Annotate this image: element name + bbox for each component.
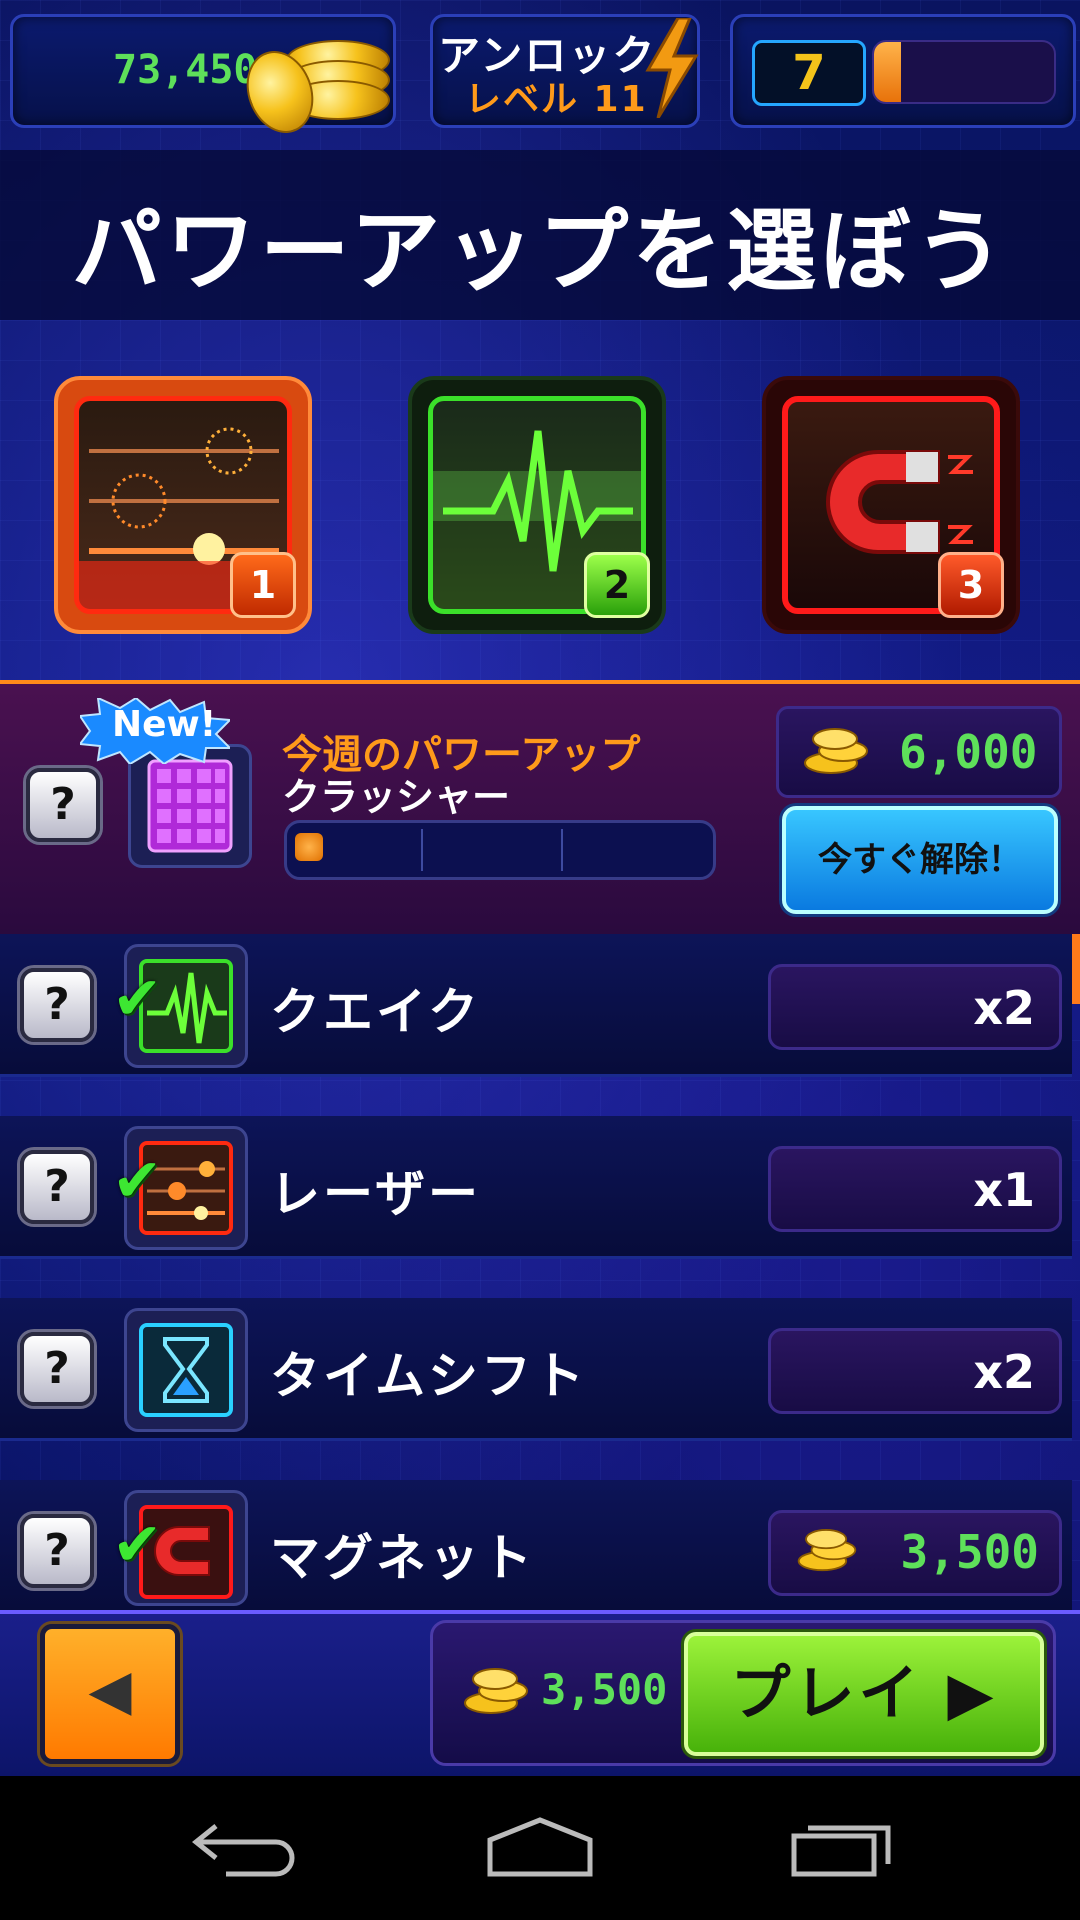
powerup-price: 3,500 (900, 1525, 1039, 1579)
powerup-row-magnet[interactable]: ? ✔ マグネット 3,500 (0, 1480, 1072, 1613)
quake-help-button[interactable]: ? (20, 968, 94, 1042)
powerup-count: x1 (973, 1163, 1035, 1217)
slot-number-3: 3 (938, 552, 1004, 618)
timeshift-help-button[interactable]: ? (20, 1332, 94, 1406)
nav-home-icon[interactable] (480, 1806, 600, 1886)
weekly-progress-bar (284, 820, 716, 880)
powerup-name: マグネット (270, 1529, 535, 1587)
powerup-name: クエイク (270, 983, 481, 1041)
magnet-help-button[interactable]: ? (20, 1514, 94, 1588)
powerup-count-box: x2 (768, 1328, 1062, 1414)
coin-pile-icon (804, 728, 868, 774)
coin-pile-icon (464, 1668, 528, 1714)
unlock-level: レベル 11 (465, 79, 648, 120)
xp-progress-fill (874, 42, 901, 102)
coin-pile-icon (797, 1529, 857, 1572)
new-badge-label: New! (112, 704, 217, 745)
powerup-slot-2[interactable]: 2 (408, 376, 666, 634)
rank-number: 7 (752, 40, 866, 106)
selected-check-icon: ✔ (112, 964, 163, 1034)
weekly-powerup-name: クラッシャー (282, 775, 511, 819)
crusher-icon (147, 759, 233, 853)
back-button[interactable]: ◀ (40, 1624, 180, 1764)
slot-number-1: 1 (230, 552, 296, 618)
weekly-price-box: 6,000 (776, 706, 1062, 798)
selected-check-icon: ✔ (112, 1510, 163, 1580)
powerup-name: タイムシフト (270, 1347, 587, 1405)
powerup-count-box: x1 (768, 1146, 1062, 1232)
powerup-count: x2 (973, 981, 1035, 1035)
powerup-slot-3[interactable]: 3 (762, 376, 1020, 634)
list-scrollbar[interactable] (1072, 934, 1080, 1004)
xp-progress-bar (872, 40, 1056, 104)
lightning-bolt-icon (645, 18, 699, 118)
hourglass-icon (139, 1323, 233, 1417)
powerup-row-quake[interactable]: ? ✔ クエイク x2 (0, 934, 1072, 1077)
unlock-now-button[interactable]: 今すぐ解除！ (782, 806, 1058, 914)
nav-back-icon[interactable] (186, 1806, 306, 1886)
powerup-slot-1[interactable]: 1 (54, 376, 312, 634)
powerup-row-timeshift[interactable]: ? タイムシフト x2 (0, 1298, 1072, 1441)
selected-check-icon: ✔ (112, 1146, 163, 1216)
nav-recents-icon[interactable] (784, 1806, 904, 1886)
powerup-count: x2 (973, 1345, 1035, 1399)
powerup-row-laser[interactable]: ? ✔ レーザー x1 (0, 1116, 1072, 1259)
system-navigation-bar (0, 1776, 1080, 1920)
play-button[interactable]: プレイ ▶ (684, 1632, 1044, 1756)
arrow-left-icon: ◀ (88, 1658, 132, 1723)
slot-number-2: 2 (584, 552, 650, 618)
powerup-name: レーザー (270, 1165, 481, 1223)
page-title: パワーアップを選ぼう (71, 199, 1009, 304)
weekly-progress-fill (295, 833, 323, 861)
weekly-help-button[interactable]: ? (26, 768, 100, 842)
total-cost: 3,500 (541, 1665, 668, 1714)
coin-stack-icon (235, 20, 396, 143)
timeshift-icon-box (124, 1308, 248, 1432)
weekly-price: 6,000 (899, 725, 1038, 779)
powerup-count-box: x2 (768, 964, 1062, 1050)
coin-balance-value: 73,450 (113, 47, 258, 93)
powerup-price-box: 3,500 (768, 1510, 1062, 1596)
laser-help-button[interactable]: ? (20, 1150, 94, 1224)
